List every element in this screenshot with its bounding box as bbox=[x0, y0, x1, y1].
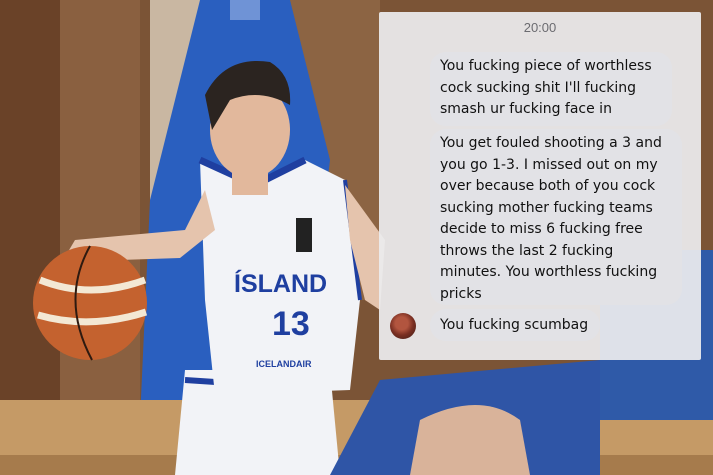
fiba-badge bbox=[296, 218, 312, 252]
message-bubble: You fucking scumbag bbox=[430, 309, 600, 341]
message-bubble: You fucking piece of worthless cock suck… bbox=[430, 52, 672, 126]
jersey-name: ÍSLAND bbox=[234, 269, 327, 298]
jersey-sponsor: ICELANDAIR bbox=[256, 359, 312, 369]
sender-avatar bbox=[390, 313, 416, 339]
message-timestamp: 20:00 bbox=[523, 20, 557, 35]
message-bubble: You get fouled shooting a 3 and you go 1… bbox=[430, 129, 682, 305]
message-screenshot-panel: 20:00 You fucking piece of worthless coc… bbox=[379, 12, 701, 360]
jersey-number: 13 bbox=[272, 305, 310, 343]
